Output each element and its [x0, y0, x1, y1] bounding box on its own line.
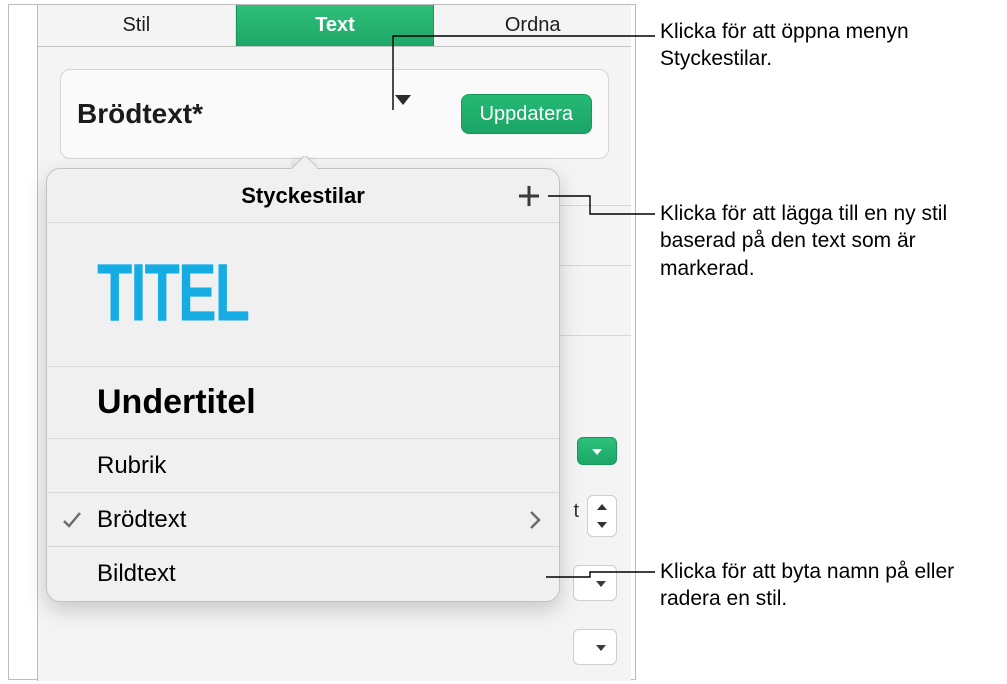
tab-text[interactable]: Text	[236, 5, 435, 46]
background-popup[interactable]	[577, 437, 617, 465]
style-item-brodtext[interactable]: Brödtext	[47, 493, 559, 547]
chevron-right-icon	[529, 510, 541, 530]
callout-open-menu: Klicka för att öppna menyn Styckestilar.	[660, 18, 990, 73]
tab-stil[interactable]: Stil	[38, 5, 236, 46]
style-label: Brödtext	[97, 506, 186, 534]
style-item-rubrik[interactable]: Rubrik	[47, 439, 559, 493]
inspector-tabs: Stil Text Ordna	[38, 5, 631, 47]
add-style-button[interactable]	[515, 182, 543, 210]
style-label: Rubrik	[97, 452, 166, 480]
style-item-bildtext[interactable]: Bildtext	[47, 547, 559, 601]
callout-rename-delete: Klicka för att byta namn på eller radera…	[660, 558, 990, 613]
background-popup[interactable]	[573, 565, 617, 601]
style-item-undertitel[interactable]: Undertitel	[47, 367, 559, 439]
current-style-name: Brödtext*	[77, 98, 203, 130]
callout-add-style: Klicka för att lägga till en ny stil bas…	[660, 200, 990, 282]
style-menu-open[interactable]	[395, 105, 411, 123]
style-label: TITEL	[97, 268, 248, 320]
tab-ordna[interactable]: Ordna	[434, 5, 631, 46]
style-label: Bildtext	[97, 560, 176, 588]
style-label: Undertitel	[97, 383, 256, 422]
background-popup[interactable]	[573, 629, 617, 665]
popover-title: Styckestilar	[47, 183, 559, 209]
check-icon	[61, 509, 83, 531]
popover-style-list: TITEL Undertitel Rubrik Brödtext	[47, 223, 559, 601]
style-submenu-arrow[interactable]	[529, 510, 541, 530]
background-stepper[interactable]	[587, 495, 617, 537]
plus-icon	[518, 185, 540, 207]
paragraph-styles-popover: Styckestilar TITEL Undertitel Rubrik	[46, 168, 560, 602]
update-style-button[interactable]: Uppdatera	[461, 94, 592, 134]
popover-arrow	[291, 156, 317, 169]
style-item-titel[interactable]: TITEL	[47, 223, 559, 367]
popover-header: Styckestilar	[47, 169, 559, 223]
paragraph-style-well[interactable]: Brödtext* Uppdatera	[60, 69, 609, 159]
chevron-down-icon	[395, 95, 411, 122]
background-letter: t	[573, 500, 579, 523]
